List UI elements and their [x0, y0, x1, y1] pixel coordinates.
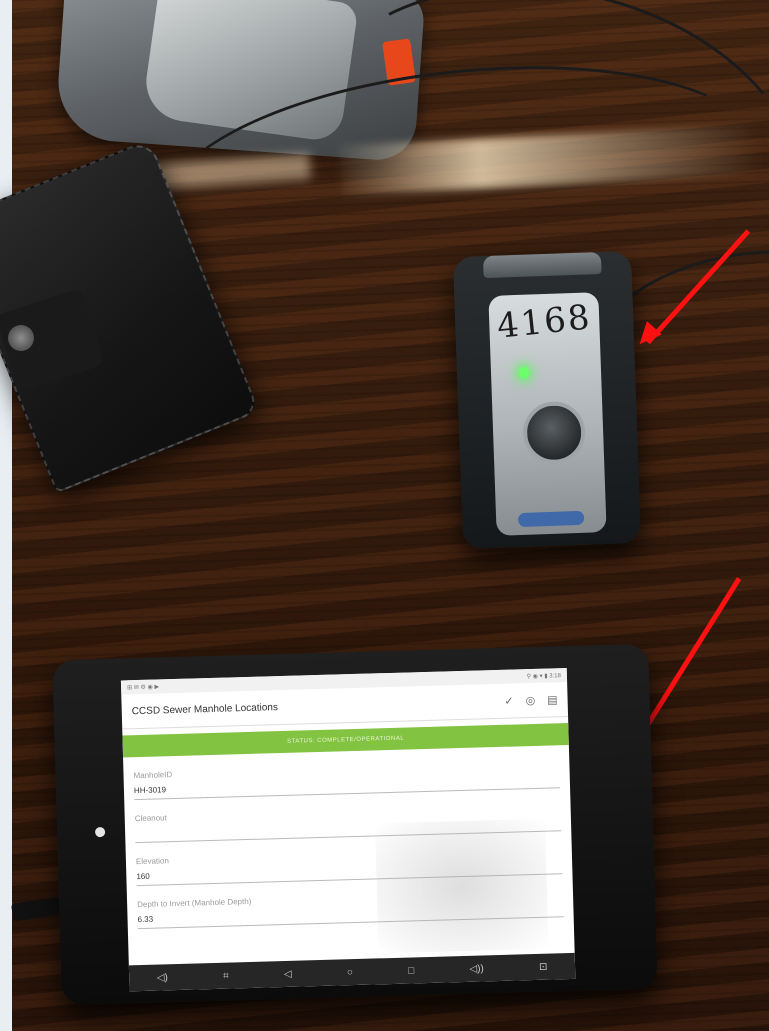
screenshot-icon[interactable]: ⌗: [223, 970, 229, 981]
tablet-camera: [94, 826, 106, 838]
status-banner[interactable]: STATUS: COMPLETE/OPERATIONAL: [122, 723, 569, 758]
photo-scene: 4168 ⊞ ✉ ⚙ ◉ ▶ ⚲ ◉ ▾ ▮ 3:18 CCSD Sewer M…: [0, 0, 769, 1031]
left-margin-strip: [0, 0, 12, 1031]
usb-plug: [10, 896, 64, 922]
tablet-screen: ⊞ ✉ ⚙ ◉ ▶ ⚲ ◉ ▾ ▮ 3:18 CCSD Sewer Manhol…: [120, 668, 576, 992]
receiver-handwritten-label: 4168: [495, 297, 594, 347]
wallet-snap-button: [8, 325, 34, 351]
home-icon[interactable]: ○: [347, 967, 353, 978]
rotate-icon[interactable]: ⊡: [539, 961, 548, 972]
field-manholeid[interactable]: ManholeID HH-3019: [123, 759, 570, 801]
system-status-icons: ⚲ ◉ ▾ ▮ 3:18: [526, 672, 562, 680]
app-actions: ✓ ◎ ▤: [504, 693, 558, 707]
app-title: CCSD Sewer Manhole Locations: [131, 701, 279, 717]
back-icon[interactable]: ◁: [284, 968, 292, 979]
tablet-device: ⊞ ✉ ⚙ ◉ ▶ ⚲ ◉ ▾ ▮ 3:18 CCSD Sewer Manhol…: [52, 643, 658, 1006]
volume-up-icon[interactable]: ◁)): [469, 963, 484, 974]
notification-icons: ⊞ ✉ ⚙ ◉ ▶: [127, 683, 160, 691]
status-led: [518, 366, 530, 379]
save-icon[interactable]: ▤: [547, 693, 558, 706]
receiver-face: 4168: [488, 292, 607, 536]
volume-down-icon[interactable]: ◁): [157, 972, 168, 983]
receiver-logo-badge: [517, 510, 585, 528]
gps-location-icon[interactable]: ◎: [525, 693, 535, 706]
receiver-antenna-cap: [482, 252, 602, 279]
screen-glare: [374, 818, 549, 954]
power-button[interactable]: [522, 400, 587, 465]
recents-icon[interactable]: □: [408, 965, 414, 976]
check-icon[interactable]: ✓: [504, 694, 514, 707]
android-nav-bar: ◁) ⌗ ◁ ○ □ ◁)) ⊡: [128, 952, 576, 992]
gps-receiver: 4168: [452, 250, 642, 550]
